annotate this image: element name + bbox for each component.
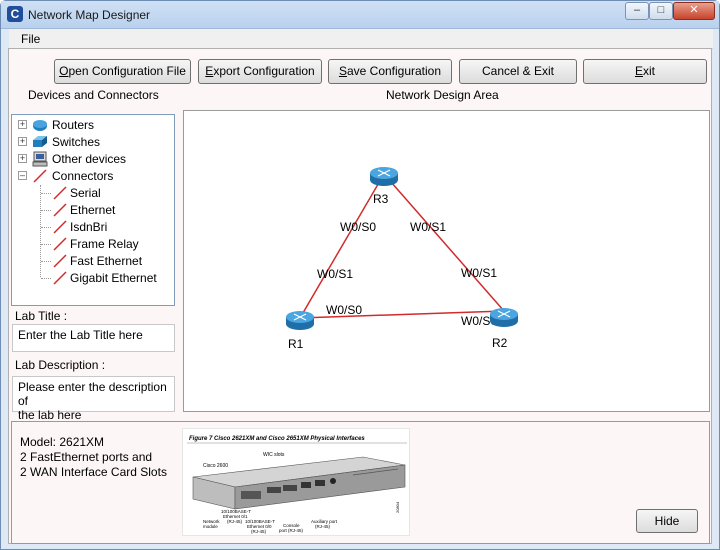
tree-branch-line — [41, 261, 51, 262]
exit-button[interactable]: Exit — [583, 59, 707, 84]
link-r3-r1[interactable] — [299, 173, 385, 319]
interface-label: W0/S0 — [340, 220, 376, 234]
hide-button[interactable]: Hide — [636, 509, 698, 533]
tree-item-switches[interactable]: + Switches — [12, 134, 172, 150]
interface-label: W0/S1 — [410, 220, 446, 234]
network-design-canvas[interactable]: W0/S0 W0/S1 W0/S1 W0/S1 W0/S0 W0/S0 R3 R… — [183, 110, 710, 412]
lab-description-input[interactable]: Please enter the description of the lab … — [12, 376, 175, 422]
tree-item-routers[interactable]: + Routers — [12, 117, 172, 133]
tree-item-ethernet[interactable]: Ethernet — [12, 202, 172, 218]
tree-label-connectors: Connectors — [52, 169, 114, 183]
collapse-icon[interactable]: – — [18, 171, 27, 180]
window-title: Network Map Designer — [28, 8, 151, 22]
tree-item-isdnbri[interactable]: IsdnBri — [12, 219, 172, 235]
tree-label-other-devices: Other devices — [52, 152, 127, 166]
lab-description-line: Please enter the description of — [18, 380, 167, 408]
connector-icon — [53, 203, 67, 217]
connector-icon — [33, 169, 47, 183]
figure-netmod-label: Network module — [203, 519, 220, 529]
connector-icon — [53, 186, 67, 200]
connector-icon — [53, 271, 67, 285]
app-icon: C — [7, 6, 23, 22]
lab-description-label: Lab Description : — [15, 358, 106, 372]
design-area-header: Network Design Area — [386, 88, 499, 102]
tree-label-ethernet: Ethernet — [70, 203, 116, 217]
tree-branch-line — [41, 244, 51, 245]
maximize-button[interactable]: □ — [649, 2, 673, 20]
connector-icon — [53, 237, 67, 251]
interface-label: W0/S0 — [326, 303, 362, 317]
figure-aux-label: Auxiliary port (RJ-45) — [311, 519, 338, 529]
open-config-button[interactable]: Open Configuration File — [54, 59, 191, 84]
router-label: R1 — [288, 337, 304, 351]
router-r1[interactable]: R1 — [286, 311, 314, 351]
computer-icon — [32, 151, 48, 167]
figure-code-label: 20804 — [395, 501, 400, 513]
save-config-button[interactable]: Save Configuration — [328, 59, 452, 84]
expand-icon[interactable]: + — [18, 137, 27, 146]
tree-item-connectors[interactable]: – Connectors — [12, 168, 172, 184]
router-r2[interactable]: R2 — [490, 308, 518, 350]
figure-eth00-label: 10/100BASE-T Ethernet 0/0 (RJ-45) — [245, 519, 275, 534]
connector-icon — [53, 220, 67, 234]
lab-title-input[interactable]: Enter the Lab Title here — [12, 324, 175, 352]
device-ports-text: 2 FastEthernet ports and — [20, 450, 153, 464]
lab-title-label: Lab Title : — [15, 309, 68, 323]
expand-icon[interactable]: + — [18, 154, 27, 163]
close-button[interactable]: ✕ — [673, 2, 715, 20]
tree-item-gigabit-ethernet[interactable]: Gigabit Ethernet — [12, 270, 172, 286]
figure-wic-label: WIC slots — [263, 452, 285, 458]
tree-label-serial: Serial — [70, 186, 101, 200]
tree-label-fast-ethernet: Fast Ethernet — [70, 254, 143, 268]
maximize-icon: □ — [657, 4, 665, 16]
router-r3[interactable]: R3 — [370, 167, 398, 206]
tree-branch-line — [41, 278, 51, 279]
link-r3-r2[interactable] — [383, 173, 505, 312]
close-icon: ✕ — [689, 4, 699, 16]
router-icon — [33, 120, 47, 131]
switch-icon — [33, 136, 47, 147]
interface-label: W0/S1 — [461, 266, 497, 280]
router-figure-image: Figure 7 Cisco 2621XM and Cisco 2651XM P… — [182, 428, 410, 536]
devices-header: Devices and Connectors — [28, 88, 159, 102]
router-label: R3 — [373, 192, 389, 206]
export-config-button[interactable]: Export Configuration — [198, 59, 322, 84]
network-diagram: W0/S0 W0/S1 W0/S1 W0/S1 W0/S0 W0/S0 R3 R… — [286, 167, 518, 351]
router-hardware-diagram: Figure 7 Cisco 2621XM and Cisco 2651XM P… — [187, 436, 407, 534]
tree-branch-line — [41, 227, 51, 228]
figure-caption: Figure 7 Cisco 2621XM and Cisco 2651XM P… — [189, 436, 365, 442]
menu-bar: File — [9, 29, 713, 49]
minimize-icon: – — [633, 4, 641, 16]
interface-label: W0/S1 — [317, 267, 353, 281]
tree-branch-line — [41, 210, 51, 211]
tree-item-fast-ethernet[interactable]: Fast Ethernet — [12, 253, 172, 269]
router-label: R2 — [492, 336, 508, 350]
tree-label-frame-relay: Frame Relay — [70, 237, 139, 251]
tree-branch-line — [41, 193, 51, 194]
left-panel-divider — [11, 108, 177, 110]
menu-file[interactable]: File — [21, 32, 40, 46]
connector-icon — [53, 254, 67, 268]
tree-label-gigabit-ethernet: Gigabit Ethernet — [70, 271, 157, 285]
tree-label-switches: Switches — [52, 135, 101, 149]
title-bar: C Network Map Designer – □ ✕ — [1, 1, 719, 29]
devices-tree: + Routers + Switches + Other devices – C… — [11, 114, 175, 306]
figure-console-label: Console port (RJ-45) — [279, 523, 304, 533]
tree-item-other-devices[interactable]: + Other devices — [12, 151, 172, 167]
device-model-text: Model: 2621XM — [20, 435, 105, 449]
device-slots-text: 2 WAN Interface Card Slots — [20, 465, 167, 479]
minimize-button[interactable]: – — [625, 2, 649, 20]
tree-label-routers: Routers — [52, 118, 95, 132]
cancel-exit-button[interactable]: Cancel & Exit — [459, 59, 577, 84]
lab-description-line: the lab here — [18, 408, 82, 422]
tree-label-isdnbri: IsdnBri — [70, 220, 108, 234]
expand-icon[interactable]: + — [18, 120, 27, 129]
figure-model-label: Cisco 2600 — [203, 463, 228, 469]
tree-item-serial[interactable]: Serial — [12, 185, 172, 201]
tree-item-frame-relay[interactable]: Frame Relay — [12, 236, 172, 252]
